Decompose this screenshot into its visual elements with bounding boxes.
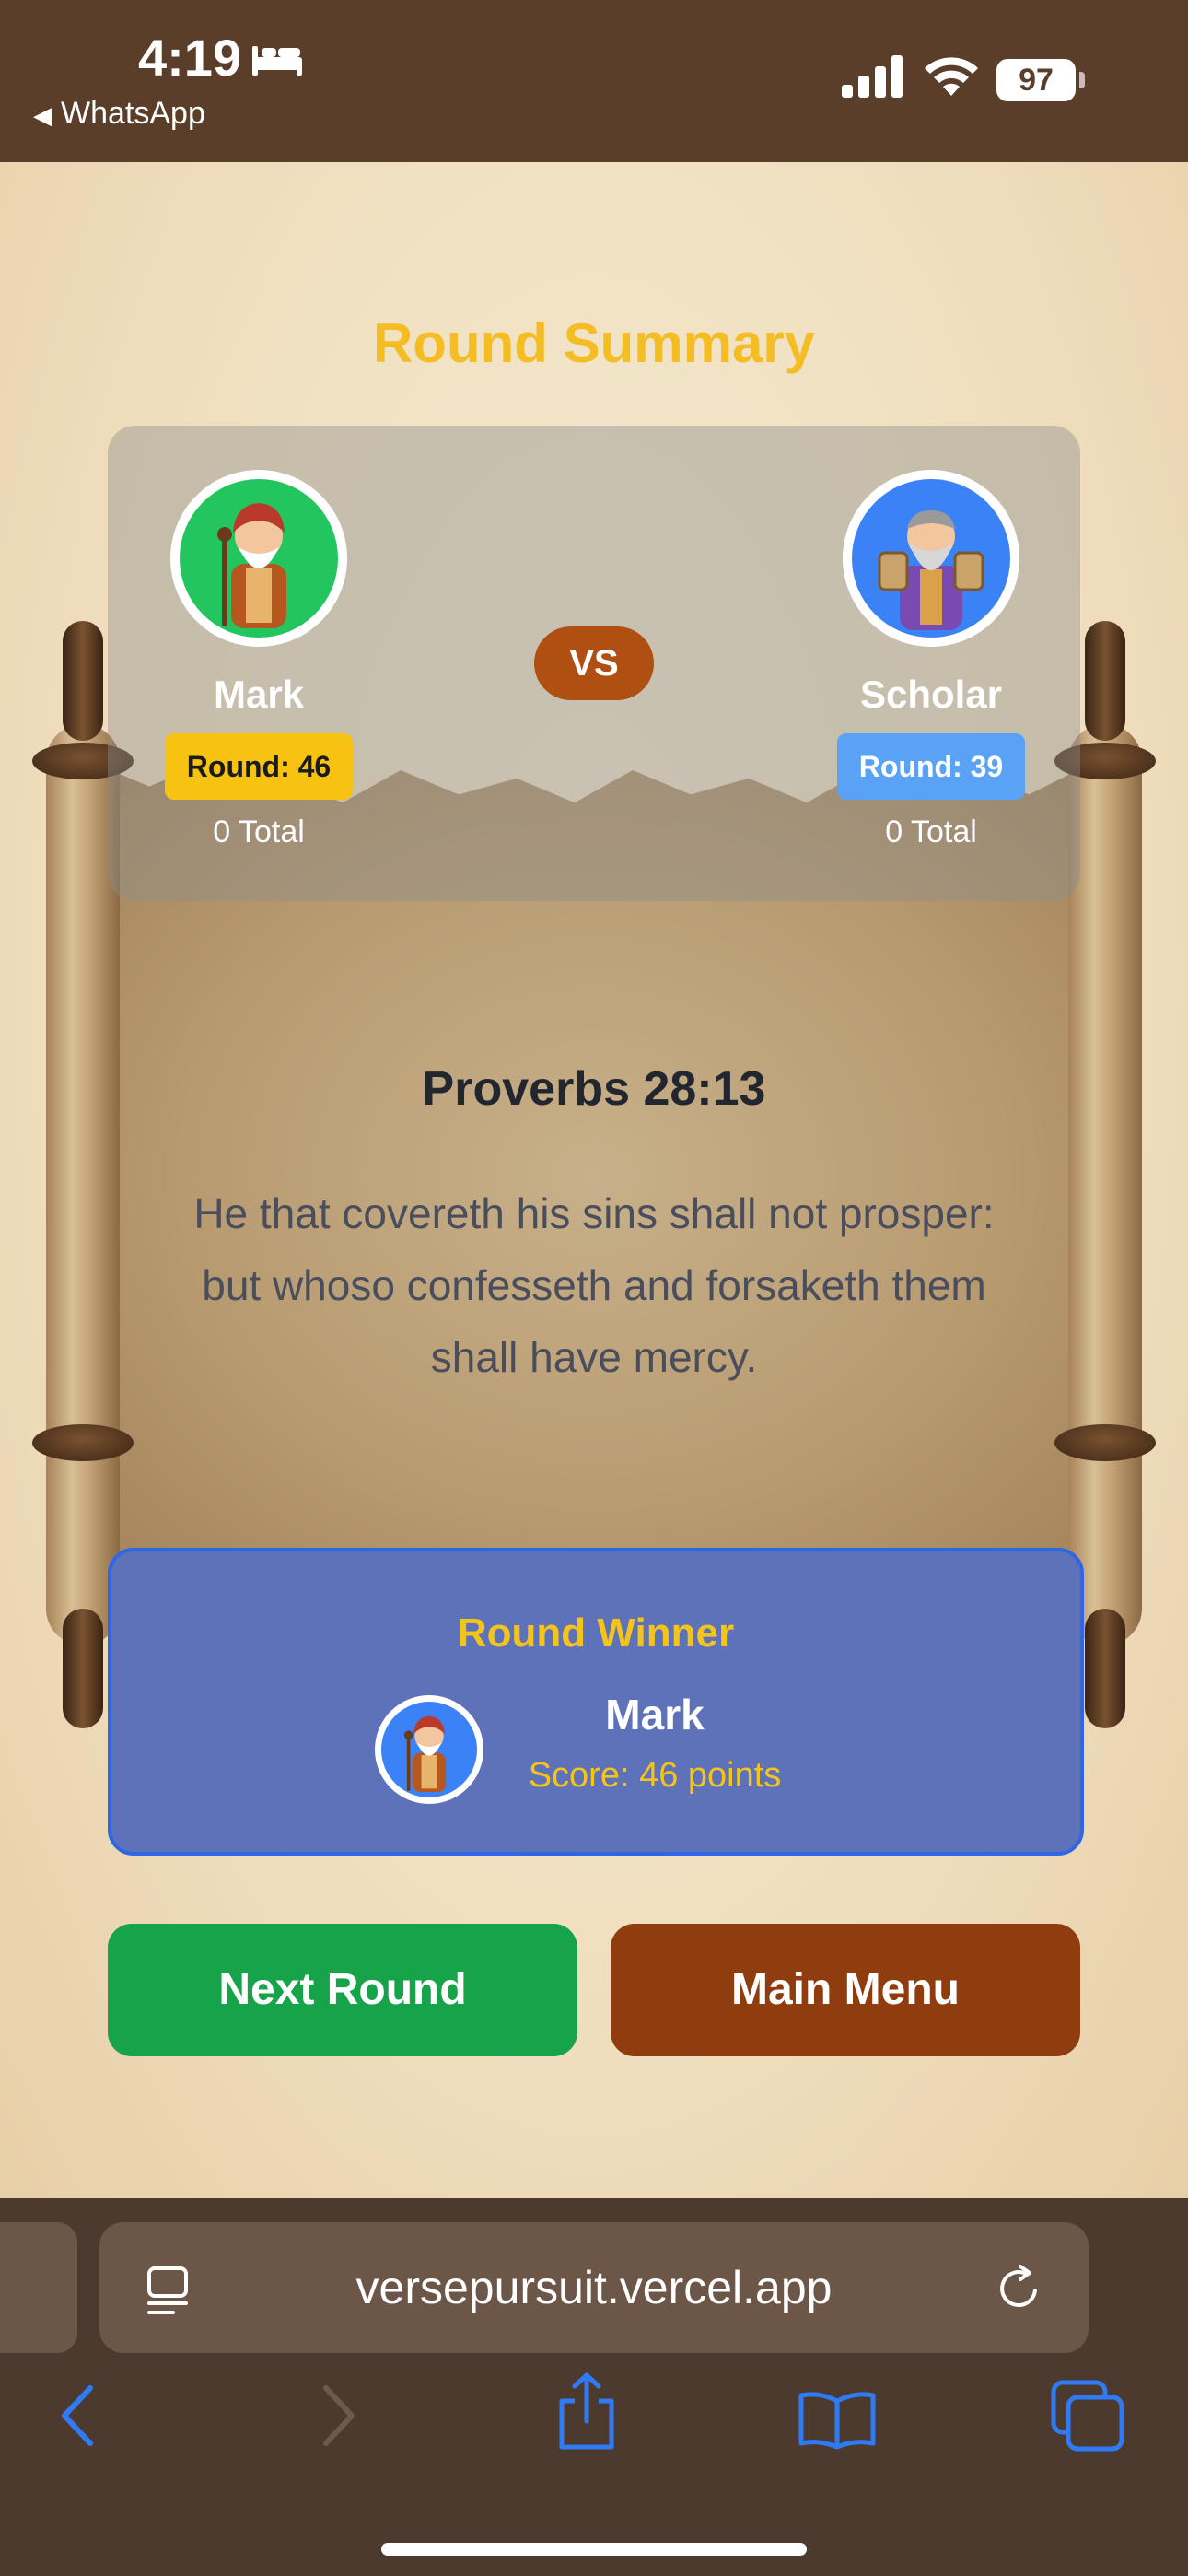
back-triangle-icon: ◀ xyxy=(33,101,52,129)
scroll-knob-bottom-left xyxy=(63,1609,103,1728)
total-score: 0 Total xyxy=(213,814,305,849)
round-winner-title: Round Winner xyxy=(457,1610,735,1656)
verse-text: He that covereth his sins shall not pros… xyxy=(193,1189,995,1381)
round-score-badge: Round: 46 xyxy=(164,733,354,800)
game-page: Round Summary Mark Round: 46 0 Total VS … xyxy=(0,162,1188,2198)
battery-nub xyxy=(1079,72,1085,88)
scroll-knob-bottom-right xyxy=(1085,1609,1125,1728)
elder-figure-icon xyxy=(217,503,286,628)
winner-name: Mark xyxy=(605,1691,705,1739)
back-to-app-link[interactable]: ◀ WhatsApp xyxy=(33,96,205,132)
round-winner-card: Round Winner Mark Score: 46 points xyxy=(108,1548,1084,1856)
player-card-scholar: Scholar Round: 39 0 Total xyxy=(821,426,1042,850)
share-icon[interactable] xyxy=(554,2371,619,2451)
vs-badge: VS xyxy=(534,626,654,700)
scroll-knob-top-right xyxy=(1085,621,1125,741)
bookmarks-icon[interactable] xyxy=(798,2390,877,2451)
tabs-icon[interactable] xyxy=(1050,2379,1125,2453)
back-icon[interactable] xyxy=(55,2383,101,2449)
signal-icon xyxy=(842,55,903,98)
reload-icon[interactable] xyxy=(995,2263,1046,2314)
forward-icon[interactable] xyxy=(315,2383,361,2449)
scroll-cap-bottom-right xyxy=(1054,1424,1156,1461)
elder-with-staff-avatar xyxy=(381,1702,477,1797)
previous-tab-preview[interactable] xyxy=(0,2222,77,2353)
verse-reference: Proverbs 28:13 xyxy=(422,1062,766,1116)
back-app-label: WhatsApp xyxy=(61,96,205,131)
total-score: 0 Total xyxy=(885,814,977,849)
match-card: Mark Round: 46 0 Total VS Scholar Round:… xyxy=(108,426,1080,901)
url-text: versepursuit.vercel.app xyxy=(355,2262,833,2313)
address-bar[interactable]: versepursuit.vercel.app xyxy=(99,2222,1089,2353)
scholar-with-tablets-avatar xyxy=(852,479,1010,638)
scroll-knob-top-left xyxy=(63,621,103,741)
winner-score: Score: 46 points xyxy=(528,1756,782,1795)
status-time: 4:19 xyxy=(138,29,242,87)
scroll-cap-bottom-left xyxy=(32,1424,134,1461)
round-score-badge: Round: 39 xyxy=(836,733,1026,800)
elder-with-staff-avatar xyxy=(180,479,338,638)
bed-icon xyxy=(252,46,302,76)
elder-figure-icon xyxy=(403,1715,447,1792)
avatar xyxy=(170,470,347,647)
avatar xyxy=(375,1695,483,1804)
wifi-icon xyxy=(925,57,978,96)
player-card-mark: Mark Round: 46 0 Total xyxy=(148,426,369,850)
next-round-button[interactable]: Next Round xyxy=(108,1924,577,2056)
player-name: Mark xyxy=(213,673,305,716)
avatar xyxy=(843,470,1019,647)
scholar-figure-icon xyxy=(878,510,984,630)
page-title: Round Summary xyxy=(372,312,816,374)
main-menu-button[interactable]: Main Menu xyxy=(611,1924,1080,2056)
status-bar: 4:19 ◀ WhatsApp 97 xyxy=(0,0,1188,162)
browser-toolbar: versepursuit.vercel.app xyxy=(0,2198,1188,2576)
battery-icon: 97 xyxy=(996,59,1076,101)
home-indicator[interactable] xyxy=(381,2543,807,2556)
player-name: Scholar xyxy=(859,673,1003,716)
